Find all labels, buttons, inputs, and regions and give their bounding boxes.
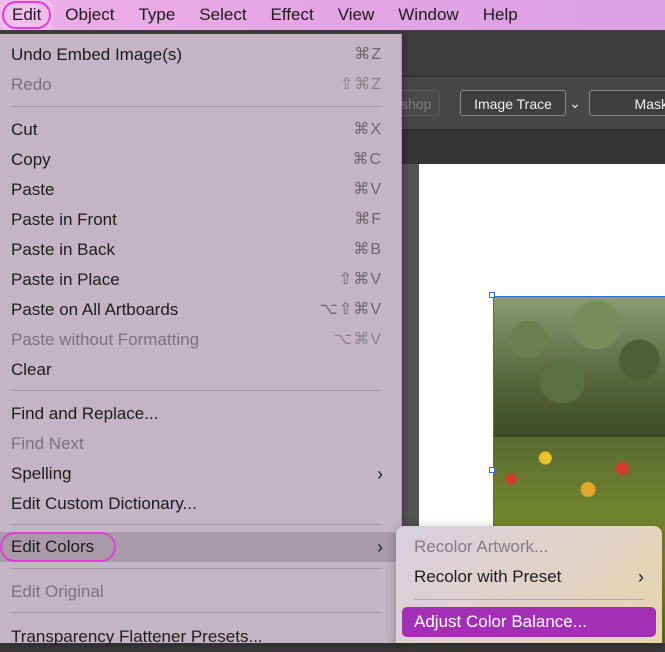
selection-handle[interactable]	[489, 467, 495, 473]
menu-item-label: Adjust Color Balance...	[414, 612, 587, 631]
edit-menu: Undo Embed Image(s) ⌘Z Redo ⇧⌘Z Cut ⌘X C…	[0, 34, 402, 646]
menu-item-label: Copy	[11, 150, 51, 169]
shortcut-label: ⇧⌘V	[338, 271, 382, 288]
menubar-help[interactable]: Help	[471, 0, 530, 30]
menu-item-label: Paste in Front	[11, 210, 117, 229]
menu-item-label: Paste in Place	[11, 270, 120, 289]
shortcut-label: ⌥⌘V	[333, 331, 382, 348]
shortcut-label: ⌘Z	[354, 46, 382, 63]
menubar-window[interactable]: Window	[386, 0, 470, 30]
menubar-edit[interactable]: Edit	[0, 0, 54, 30]
menu-item-label: Paste	[11, 180, 55, 199]
open-in-photoshop-button[interactable]: shop	[396, 90, 440, 116]
menu-item-label: Paste in Back	[11, 240, 115, 259]
image-trace-button[interactable]: Image Trace	[460, 90, 566, 116]
menu-bar: Edit Object Type Select Effect View Wind…	[0, 0, 665, 30]
submenu-item-recolor-with-preset[interactable]: Recolor with Preset ›	[396, 562, 662, 592]
menu-item-label: Cut	[11, 120, 38, 139]
menu-item-edit-original: Edit Original	[0, 577, 401, 607]
menu-item-paste-without-formatting: Paste without Formatting ⌥⌘V	[0, 325, 401, 355]
menubar-type[interactable]: Type	[126, 0, 187, 30]
shortcut-label: ⇧⌘Z	[339, 76, 382, 93]
menu-item-cut[interactable]: Cut ⌘X	[0, 115, 401, 145]
menu-item-label: Paste without Formatting	[11, 330, 200, 349]
chevron-right-icon: ›	[377, 464, 383, 484]
menu-item-edit-colors[interactable]: Edit Colors ›	[0, 532, 401, 562]
menu-item-find-and-replace[interactable]: Find and Replace...	[0, 399, 401, 429]
menu-item-label: Recolor with Preset	[414, 567, 562, 586]
chevron-right-icon: ›	[638, 567, 644, 587]
menu-item-paste-in-place[interactable]: Paste in Place ⇧⌘V	[0, 265, 401, 295]
menu-item-edit-custom-dictionary[interactable]: Edit Custom Dictionary...	[0, 489, 401, 519]
chevron-right-icon: ›	[377, 537, 383, 557]
menu-item-label: Find Next	[11, 434, 84, 453]
shortcut-label: ⌥⇧⌘V	[319, 301, 382, 318]
menu-item-undo[interactable]: Undo Embed Image(s) ⌘Z	[0, 40, 401, 70]
selection-handle[interactable]	[489, 292, 495, 298]
menu-item-paste-on-all-artboards[interactable]: Paste on All Artboards ⌥⇧⌘V	[0, 295, 401, 325]
menu-item-spelling[interactable]: Spelling ›	[0, 459, 401, 489]
menu-item-transparency-flattener-presets[interactable]: Transparency Flattener Presets...	[0, 622, 401, 652]
menu-separator	[11, 106, 382, 107]
menubar-object[interactable]: Object	[53, 0, 126, 30]
menu-item-copy[interactable]: Copy ⌘C	[0, 145, 401, 175]
shortcut-label: ⌘C	[352, 151, 382, 168]
chevron-down-icon[interactable]: ⌄	[567, 90, 583, 116]
menu-item-paste-in-back[interactable]: Paste in Back ⌘B	[0, 235, 401, 265]
menubar-effect[interactable]: Effect	[259, 0, 326, 30]
menu-item-label: Edit Original	[11, 582, 104, 601]
menu-separator	[414, 599, 644, 600]
submenu-item-adjust-color-balance[interactable]: Adjust Color Balance...	[402, 607, 656, 637]
menu-separator	[11, 568, 382, 569]
menu-item-label: Spelling	[11, 464, 72, 483]
menu-item-label: Undo Embed Image(s)	[11, 45, 183, 64]
edit-colors-submenu: Recolor Artwork... Recolor with Preset ›…	[396, 526, 662, 643]
menubar-select[interactable]: Select	[187, 0, 258, 30]
menu-item-label: Recolor Artwork...	[414, 537, 549, 556]
menu-item-label: Redo	[11, 75, 52, 94]
shortcut-label: ⌘V	[353, 181, 382, 198]
menu-item-label: Edit Custom Dictionary...	[11, 494, 197, 513]
shortcut-label: ⌘F	[354, 211, 382, 228]
shortcut-label: ⌘X	[353, 121, 382, 138]
menu-item-label: Paste on All Artboards	[11, 300, 179, 319]
menubar-view[interactable]: View	[326, 0, 387, 30]
menu-item-paste-in-front[interactable]: Paste in Front ⌘F	[0, 205, 401, 235]
menu-item-label: Find and Replace...	[11, 404, 159, 423]
menu-separator	[11, 390, 382, 391]
menu-item-label: Clear	[11, 360, 52, 379]
menu-item-clear[interactable]: Clear	[0, 355, 401, 385]
shortcut-label: ⌘B	[353, 241, 382, 258]
menu-item-find-next: Find Next	[0, 429, 401, 459]
menu-separator	[11, 524, 382, 525]
highlight-ring	[0, 532, 116, 562]
menu-separator	[11, 612, 382, 613]
menu-item-redo: Redo ⇧⌘Z	[0, 70, 401, 100]
mask-button[interactable]: Mask	[589, 90, 665, 116]
menu-item-label: Transparency Flattener Presets...	[11, 627, 263, 646]
menu-item-paste[interactable]: Paste ⌘V	[0, 175, 401, 205]
submenu-item-recolor-artwork: Recolor Artwork...	[396, 532, 662, 562]
